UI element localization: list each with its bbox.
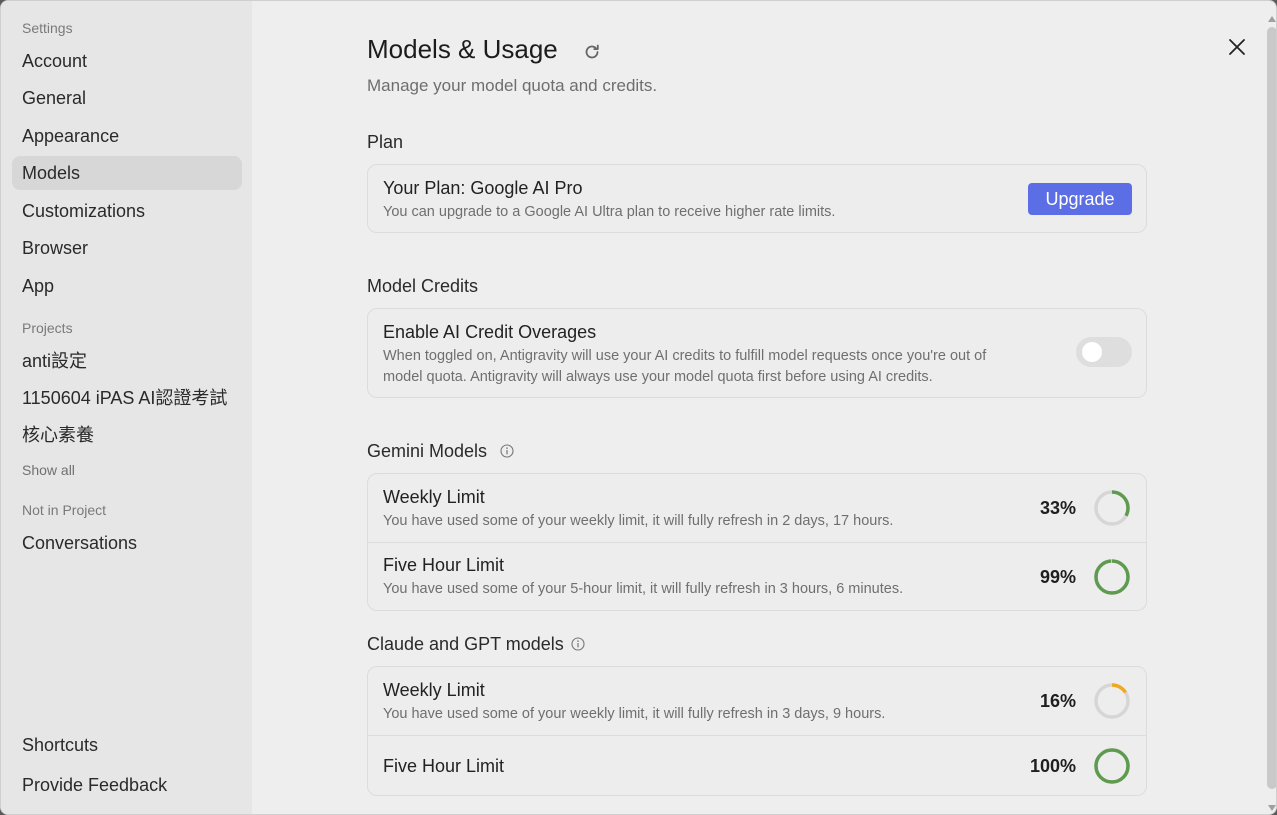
info-icon[interactable] [571, 637, 585, 651]
close-icon[interactable] [1226, 36, 1248, 58]
credits-section-label: Model Credits [367, 276, 479, 296]
claude-five-hour-row: Five Hour Limit 100% [368, 736, 1146, 796]
toggle-knob [1082, 342, 1102, 362]
sidebar: Settings Account General Appearance Mode… [1, 1, 252, 814]
sidebar-item-customizations[interactable]: Customizations [12, 194, 242, 228]
ring-progress [1094, 748, 1130, 784]
gemini-weekly-row: Weekly Limit You have used some of your … [368, 474, 1146, 542]
usage-percent: 33% [1039, 498, 1076, 518]
sidebar-item-browser[interactable]: Browser [12, 231, 242, 265]
credits-description-line2: model quota. Antigravity will always use… [383, 369, 933, 385]
sidebar-project-item[interactable]: 核心素養 [12, 418, 242, 452]
sidebar-projects-header: Projects [22, 320, 73, 336]
info-icon[interactable] [500, 444, 514, 458]
usage-ring [1094, 748, 1130, 784]
plan-description: You can upgrade to a Google AI Ultra pla… [383, 204, 836, 220]
credits-description-line1: When toggled on, Antigravity will use yo… [383, 348, 987, 364]
page-title: Models & Usage [367, 34, 558, 64]
limit-description: You have used some of your 5-hour limit,… [383, 581, 904, 597]
scroll-up-arrow-icon[interactable] [1268, 15, 1276, 23]
credit-overages-toggle[interactable] [1076, 337, 1132, 367]
sidebar-project-item[interactable]: anti設定 [12, 344, 242, 378]
plan-card: Your Plan: Google AI Pro You can upgrade… [367, 164, 1147, 233]
show-all-link[interactable]: Show all [22, 462, 75, 478]
credits-title: Enable AI Credit Overages [383, 322, 597, 342]
gemini-card: Weekly Limit You have used some of your … [367, 473, 1147, 611]
sidebar-project-item[interactable]: 1150604 iPAS AI認證考試 [12, 381, 242, 415]
limit-title: Five Hour Limit [383, 555, 505, 575]
usage-ring [1094, 490, 1130, 526]
sidebar-settings-header: Settings [22, 20, 73, 36]
limit-title: Weekly Limit [383, 487, 485, 507]
sidebar-item-app[interactable]: App [12, 269, 242, 303]
limit-title: Five Hour Limit [383, 756, 505, 776]
scrollbar[interactable] [1267, 27, 1276, 789]
upgrade-button[interactable]: Upgrade [1028, 183, 1132, 215]
gemini-section-label: Gemini Models [367, 441, 488, 461]
limit-title: Weekly Limit [383, 680, 485, 700]
limit-description: You have used some of your weekly limit,… [383, 513, 894, 529]
sidebar-item-feedback[interactable]: Provide Feedback [12, 768, 242, 802]
claude-weekly-row: Weekly Limit You have used some of your … [368, 667, 1146, 735]
sidebar-not-in-project-header: Not in Project [22, 502, 107, 518]
gemini-five-hour-row: Five Hour Limit You have used some of yo… [368, 543, 1146, 611]
sidebar-item-general[interactable]: General [12, 81, 242, 115]
usage-ring [1094, 559, 1130, 595]
main-panel: Models & Usage Manage your model quota a… [252, 1, 1276, 814]
usage-percent: 100% [1029, 756, 1076, 776]
sidebar-item-account[interactable]: Account [12, 44, 242, 78]
credits-card: Enable AI Credit Overages When toggled o… [367, 308, 1147, 398]
sidebar-item-models[interactable]: Models [12, 156, 242, 190]
plan-title: Your Plan: Google AI Pro [383, 178, 583, 198]
usage-percent: 99% [1039, 567, 1076, 587]
limit-description: You have used some of your weekly limit,… [383, 706, 886, 722]
plan-section-label: Plan [367, 132, 404, 152]
scroll-down-arrow-icon[interactable] [1268, 804, 1276, 812]
usage-percent: 16% [1039, 691, 1076, 711]
settings-window: Settings Account General Appearance Mode… [0, 0, 1277, 815]
sidebar-item-conversations[interactable]: Conversations [12, 526, 242, 560]
sidebar-item-shortcuts[interactable]: Shortcuts [12, 728, 242, 762]
page-subtitle: Manage your model quota and credits. [367, 76, 658, 95]
usage-ring [1094, 683, 1130, 719]
ring-progress [1094, 559, 1130, 595]
claude-gpt-section-label: Claude and GPT models [367, 634, 564, 654]
sidebar-item-appearance[interactable]: Appearance [12, 119, 242, 153]
refresh-icon[interactable] [582, 42, 602, 62]
claude-gpt-card: Weekly Limit You have used some of your … [367, 666, 1147, 796]
